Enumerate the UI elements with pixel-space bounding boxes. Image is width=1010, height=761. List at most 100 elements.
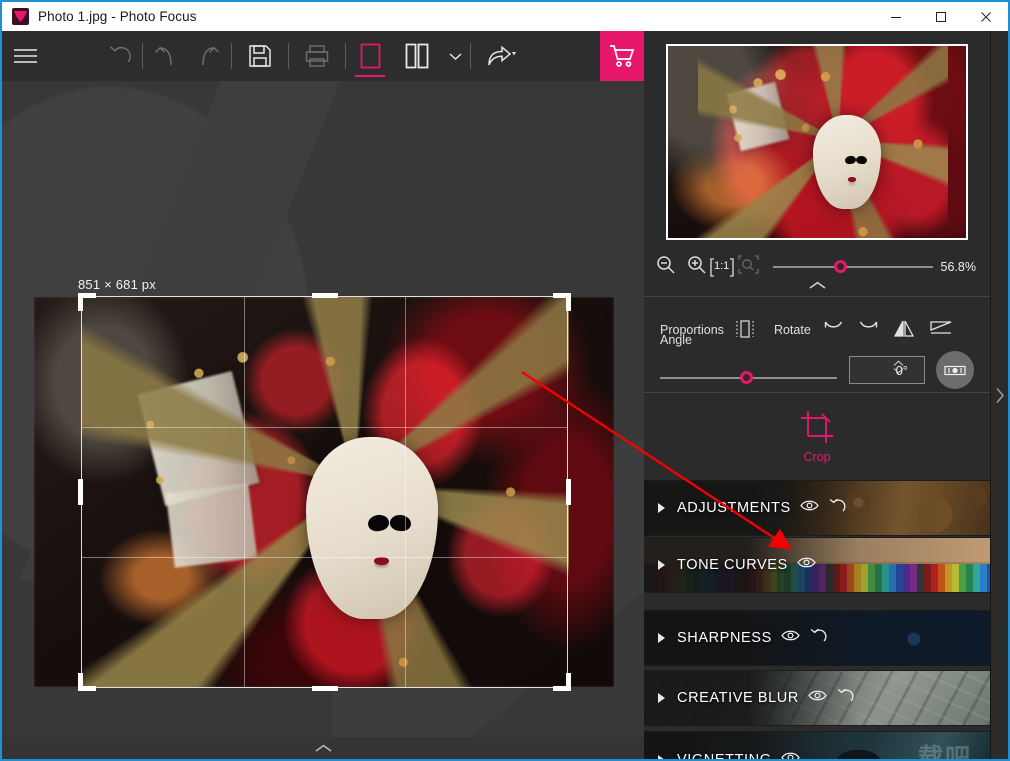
crop-grid-line — [82, 426, 567, 428]
crop-handle-top-right[interactable] — [566, 293, 571, 311]
crop-icon — [801, 410, 833, 443]
actual-size-button[interactable]: 1:1 — [710, 257, 734, 277]
right-panel: 1:1 56.8% Proportions Rotate Angle 0° Cr… — [644, 31, 990, 759]
zoom-toolbar: 1:1 56.8% — [644, 250, 990, 284]
title-bar: Photo 1.jpg - Photo Focus — [2, 2, 1008, 31]
rotate-label: Rotate — [773, 323, 811, 337]
triangle-right-icon[interactable] — [658, 503, 665, 513]
flip-vertical-icon[interactable] — [929, 319, 953, 341]
triangle-right-icon[interactable] — [658, 560, 665, 570]
chevron-up-icon — [809, 281, 825, 289]
menu-button[interactable] — [2, 31, 48, 81]
section-label: VIGNETTING — [677, 752, 772, 761]
zoom-slider[interactable] — [773, 260, 933, 274]
angle-label: Angle — [660, 333, 692, 347]
reset-arrow-icon[interactable] — [828, 498, 846, 518]
undo-button[interactable] — [143, 31, 187, 81]
angle-slider-knob[interactable] — [740, 371, 753, 384]
section-label: SHARPNESS — [677, 630, 772, 646]
save-button[interactable] — [232, 31, 288, 81]
crop-grid-line — [243, 297, 245, 687]
panel-collapse-button[interactable] — [644, 281, 990, 295]
crop-handle-top-left[interactable] — [78, 293, 83, 311]
rotate-left-icon[interactable] — [823, 319, 844, 341]
crop-selection-box[interactable] — [78, 293, 571, 691]
image-canvas[interactable]: 851 × 681 px — [2, 81, 644, 759]
share-button[interactable] — [471, 31, 531, 81]
portrait-orientation-icon[interactable] — [734, 319, 756, 342]
panel-expand-button[interactable] — [990, 31, 1008, 759]
crop-handle-right[interactable] — [566, 479, 571, 505]
crop-grid-line — [82, 556, 567, 558]
single-view-button[interactable] — [346, 31, 394, 81]
watermark-mark: 载吧 — [917, 744, 972, 761]
section-vignetting[interactable]: VIGNETTING 载吧 www.xiazaiba.com — [644, 731, 990, 761]
spirit-level-icon[interactable] — [936, 351, 974, 389]
preview-thumbnail[interactable] — [666, 44, 968, 240]
angle-stepper[interactable] — [893, 360, 904, 374]
panel-divider — [644, 296, 990, 297]
zoom-out-icon[interactable] — [656, 255, 675, 279]
crop-handle-bottom-left[interactable] — [78, 673, 83, 691]
triangle-right-icon[interactable] — [658, 755, 665, 759]
reset-arrow-icon[interactable] — [809, 628, 827, 648]
zoom-slider-track — [773, 266, 933, 268]
section-label: CREATIVE BLUR — [677, 690, 799, 706]
minimize-button[interactable] — [873, 2, 918, 31]
angle-row: Angle 0° — [644, 333, 990, 393]
shopping-cart-icon — [610, 45, 635, 67]
crop-handle-bottom[interactable] — [311, 686, 338, 691]
crop-handle-top[interactable] — [311, 293, 338, 298]
preview-mask-eye-left — [844, 154, 857, 166]
chevron-right-icon — [995, 387, 1004, 403]
actual-size-label: 1:1 — [714, 259, 730, 272]
chevron-up-icon — [315, 744, 331, 752]
preview-mask-face — [813, 115, 881, 210]
eye-icon[interactable] — [800, 499, 819, 517]
revert-button[interactable] — [98, 31, 142, 81]
eye-icon[interactable] — [781, 629, 800, 647]
reset-arrow-icon[interactable] — [836, 688, 854, 708]
triangle-right-icon[interactable] — [658, 693, 665, 703]
angle-slider[interactable] — [660, 371, 837, 385]
close-button[interactable] — [963, 2, 1008, 31]
eye-icon[interactable] — [808, 689, 827, 707]
section-label: TONE CURVES — [677, 557, 788, 573]
crop-handle-left[interactable] — [78, 479, 83, 505]
view-options-chevron-down-icon[interactable] — [440, 31, 470, 81]
transform-toolbar: Proportions Rotate — [644, 316, 990, 344]
zoom-slider-knob[interactable] — [834, 260, 847, 273]
cart-button[interactable] — [600, 31, 644, 81]
crop-grid-line — [405, 297, 407, 687]
preview-subject-layer — [698, 46, 948, 238]
section-adjustments[interactable]: ADJUSTMENTS — [644, 480, 990, 536]
print-button[interactable] — [289, 31, 345, 81]
preview-image — [668, 46, 966, 238]
window-title: Photo 1.jpg - Photo Focus — [38, 9, 197, 24]
flip-horizontal-icon[interactable] — [893, 319, 915, 341]
split-view-button[interactable] — [394, 31, 440, 81]
maximize-button[interactable] — [918, 2, 963, 31]
filmstrip-expand-button[interactable] — [2, 737, 644, 759]
eye-icon[interactable] — [797, 556, 816, 574]
section-tone-curves[interactable]: TONE CURVES — [644, 537, 990, 593]
angle-input[interactable]: 0° — [849, 356, 925, 384]
photo-focus-window: Photo 1.jpg - Photo Focus 851 × 681 px 1… — [0, 0, 1010, 761]
rotate-right-icon[interactable] — [858, 319, 879, 341]
crop-tool-button[interactable]: Crop — [644, 393, 990, 480]
triangle-right-icon[interactable] — [658, 633, 665, 643]
section-creative-blur[interactable]: CREATIVE BLUR — [644, 670, 990, 726]
redo-button[interactable] — [187, 31, 231, 81]
fit-to-window-icon[interactable] — [738, 255, 759, 279]
crop-tool-label: Crop — [803, 449, 831, 464]
eye-icon[interactable] — [780, 751, 800, 759]
crop-handle-bottom-right[interactable] — [566, 673, 571, 691]
zoom-in-icon[interactable] — [687, 255, 706, 279]
section-label: ADJUSTMENTS — [677, 500, 791, 516]
preview-mask-lips — [848, 177, 856, 182]
stepper-up-icon — [893, 360, 904, 366]
section-sharpness[interactable]: SHARPNESS — [644, 610, 990, 666]
stepper-down-icon — [893, 368, 904, 374]
zoom-value-label: 56.8% — [940, 260, 976, 274]
crop-size-label: 851 × 681 px — [78, 277, 156, 292]
